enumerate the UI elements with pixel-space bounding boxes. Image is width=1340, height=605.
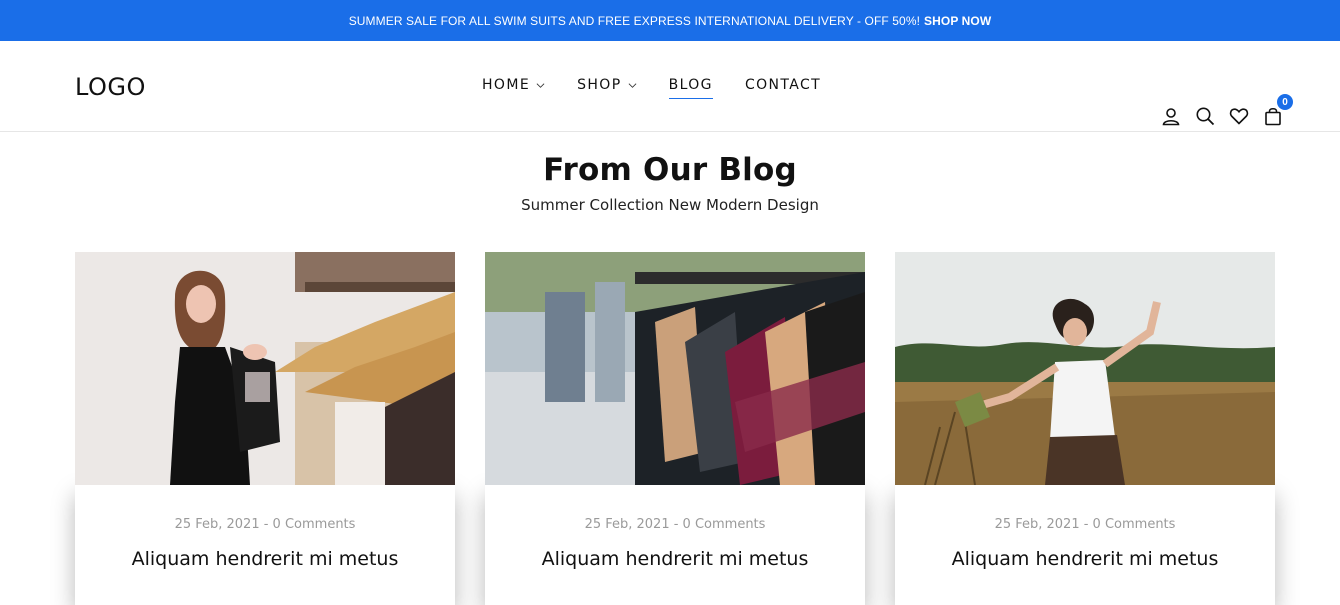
nav-item-label: CONTACT — [744, 77, 822, 93]
heart-icon[interactable] — [1227, 104, 1251, 128]
nav-item-blog[interactable]: BLOG — [668, 77, 714, 99]
section-subtitle: Summer Collection New Modern Design — [521, 196, 819, 214]
blog-image-shopping-woman[interactable] — [75, 252, 455, 485]
user-icon[interactable] — [1159, 104, 1183, 128]
main-nav: HOME SHOP BLOG CONTACT — [482, 77, 853, 99]
chevron-down-icon — [628, 82, 636, 88]
search-icon[interactable] — [1193, 104, 1217, 128]
blog-image-clothing-rack[interactable] — [485, 252, 865, 485]
shop-now-link[interactable]: SHOP NOW — [924, 14, 991, 28]
nav-item-label: SHOP — [577, 77, 622, 93]
post-meta: 25 Feb, 2021 - 0 Comments — [174, 517, 356, 532]
site-header: LOGO HOME SHOP BLOG CONTACT 0 — [0, 41, 1340, 132]
blog-cards: 25 Feb, 2021 - 0 Comments Aliquam hendre… — [75, 252, 1275, 605]
post-title-link[interactable]: Aliquam hendrerit mi metus — [75, 548, 455, 570]
blog-image-field-woman[interactable] — [895, 252, 1275, 485]
cart-icon[interactable]: 0 — [1261, 94, 1293, 128]
promo-bar: SUMMER SALE FOR ALL SWIM SUITS AND FREE … — [0, 0, 1340, 41]
blog-card[interactable]: 25 Feb, 2021 - 0 Comments Aliquam hendre… — [895, 252, 1275, 605]
nav-item-label: HOME — [482, 77, 531, 93]
blog-card-body: 25 Feb, 2021 - 0 Comments Aliquam hendre… — [895, 485, 1275, 605]
nav-item-home[interactable]: HOME — [482, 77, 545, 93]
chevron-down-icon — [536, 82, 545, 88]
cart-count-badge: 0 — [1277, 94, 1293, 110]
post-meta: 25 Feb, 2021 - 0 Comments — [994, 517, 1176, 532]
post-meta: 25 Feb, 2021 - 0 Comments — [584, 517, 766, 532]
nav-item-contact[interactable]: CONTACT — [745, 77, 821, 93]
post-title-link[interactable]: Aliquam hendrerit mi metus — [485, 548, 865, 570]
nav-item-shop[interactable]: SHOP — [577, 77, 636, 93]
promo-text: SUMMER SALE FOR ALL SWIM SUITS AND FREE … — [348, 13, 921, 28]
blog-card-body: 25 Feb, 2021 - 0 Comments Aliquam hendre… — [75, 485, 455, 605]
section-title: From Our Blog — [543, 152, 797, 188]
blog-card[interactable]: 25 Feb, 2021 - 0 Comments Aliquam hendre… — [485, 252, 865, 605]
logo[interactable]: LOGO — [75, 73, 146, 101]
blog-card-body: 25 Feb, 2021 - 0 Comments Aliquam hendre… — [485, 485, 865, 605]
nav-item-label: BLOG — [668, 77, 713, 93]
blog-card[interactable]: 25 Feb, 2021 - 0 Comments Aliquam hendre… — [75, 252, 455, 605]
post-title-link[interactable]: Aliquam hendrerit mi metus — [895, 548, 1275, 570]
header-icons: 0 — [1149, 94, 1293, 128]
